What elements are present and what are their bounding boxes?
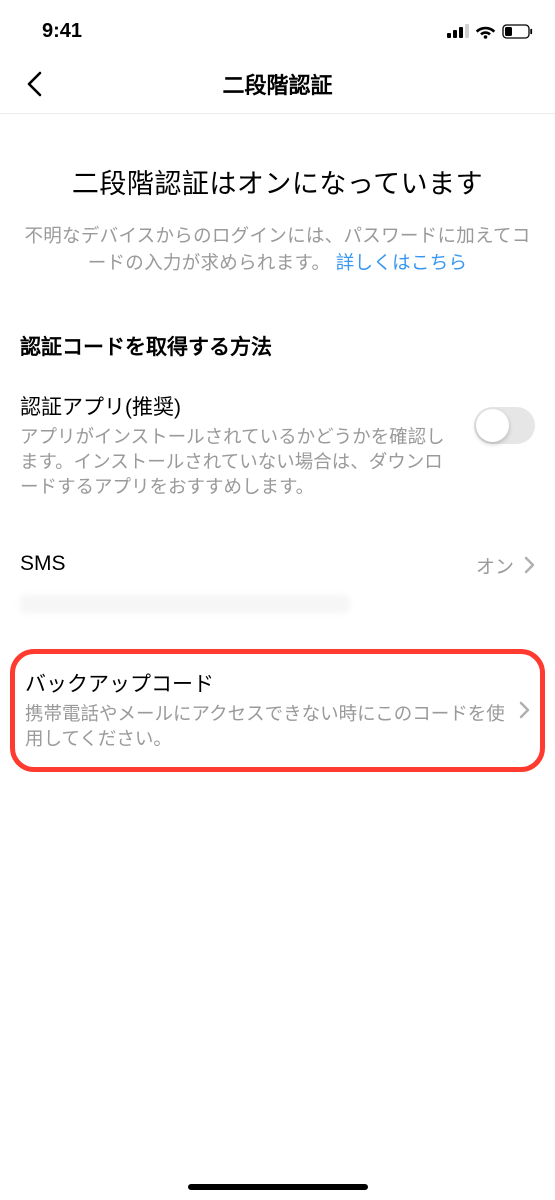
auth-app-content: 認証アプリ(推奨) アプリがインストールされているかどうかを確認します。インスト… (20, 391, 460, 500)
sms-row[interactable]: SMS オン (0, 510, 555, 589)
status-icons (447, 24, 533, 39)
backup-title: バックアップコード (25, 668, 509, 698)
backup-desc: 携帯電話やメールにアクセスできない時にこのコードを使用してください。 (25, 702, 509, 752)
hero-description: 不明なデバイスからのログインには、パスワードに加えてコードの入力が求められます。… (22, 223, 533, 277)
chevron-right-icon (524, 556, 535, 574)
toggle-knob (476, 409, 509, 442)
auth-app-row: 認証アプリ(推奨) アプリがインストールされているかどうかを確認します。インスト… (0, 361, 555, 510)
hero-section: 二段階認証はオンになっています 不明なデバイスからのログインには、パスワードに加… (0, 114, 555, 297)
hero-title: 二段階認証はオンになっています (22, 162, 533, 201)
home-indicator[interactable] (188, 1184, 368, 1190)
sms-title: SMS (20, 552, 462, 576)
section-title: 認証コードを取得する方法 (0, 297, 555, 361)
chevron-right-icon (519, 701, 530, 719)
backup-code-row[interactable]: バックアップコード 携帯電話やメールにアクセスできない時にこのコードを使用してく… (10, 649, 545, 773)
cellular-icon (447, 24, 469, 38)
wifi-icon (475, 24, 496, 39)
sms-content: SMS (20, 552, 462, 576)
backup-content: バックアップコード 携帯電話やメールにアクセスできない時にこのコードを使用してく… (25, 668, 509, 752)
sms-redacted (20, 595, 350, 613)
auth-app-toggle[interactable] (474, 407, 535, 444)
learn-more-link[interactable]: 詳しくはこちら (336, 252, 468, 273)
sms-right: オン (476, 550, 535, 579)
status-time: 9:41 (42, 20, 82, 43)
page-title: 二段階認証 (222, 68, 332, 100)
battery-icon (502, 24, 533, 39)
auth-app-desc: アプリがインストールされているかどうかを確認します。インストールされていない場合… (20, 425, 460, 500)
auth-app-title: 認証アプリ(推奨) (20, 391, 460, 421)
status-bar: 9:41 (0, 0, 555, 54)
nav-header: 二段階認証 (0, 54, 555, 114)
sms-status: オン (476, 552, 514, 579)
chevron-left-icon (26, 71, 42, 97)
back-button[interactable] (14, 64, 54, 104)
